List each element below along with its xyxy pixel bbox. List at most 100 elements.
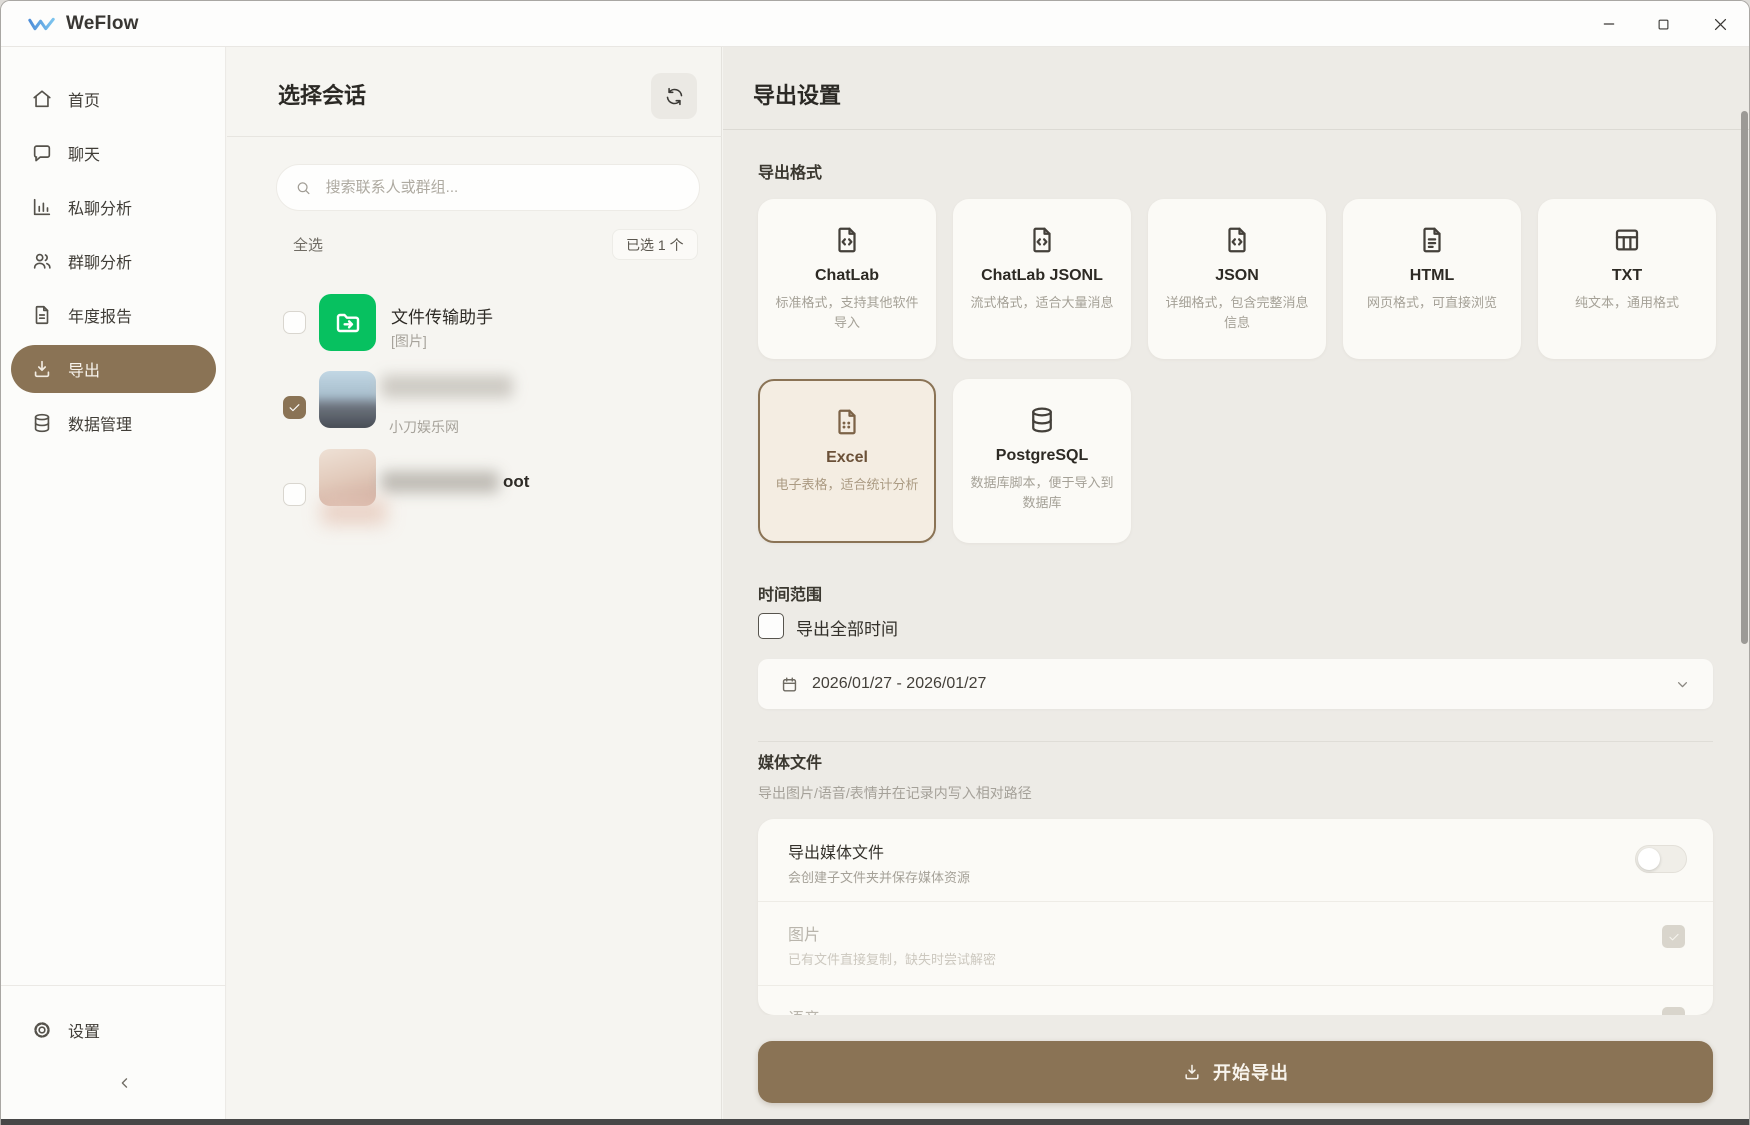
sidebar-item-data-management[interactable]: 数据管理	[1, 396, 226, 450]
format-card-html[interactable]: HTML 网页格式，可直接浏览	[1343, 199, 1521, 359]
format-card-json[interactable]: JSON 详细格式，包含完整消息信息	[1148, 199, 1326, 359]
format-desc: 标准格式，支持其他软件导入	[772, 293, 922, 333]
format-desc: 流式格式，适合大量消息	[967, 293, 1117, 313]
window-bottom-edge	[1, 1119, 1750, 1125]
sidebar-settings-area: 设置	[1, 1003, 226, 1057]
date-range-field[interactable]: 2026/01/27 - 2026/01/27	[758, 659, 1713, 709]
select-all-label[interactable]: 全选	[293, 234, 323, 255]
all-time-checkbox[interactable]	[758, 613, 784, 639]
blurred-conversation-name	[381, 471, 499, 493]
export-panel-title: 导出设置	[753, 78, 841, 110]
minimize-button[interactable]	[1588, 4, 1630, 44]
conversation-checkbox[interactable]	[283, 483, 306, 506]
conversation-name-suffix: oot	[503, 472, 529, 492]
bar-chart-icon	[31, 196, 53, 218]
export-footer: 开始导出	[723, 1015, 1750, 1120]
export-panel: 导出设置 导出格式 ChatLab 标准格式，支持其他软件导入 ChatLab …	[723, 47, 1750, 1120]
media-image-checkbox[interactable]	[1662, 925, 1685, 948]
sidebar-item-label: 首页	[68, 87, 100, 111]
chevron-down-icon	[1674, 676, 1691, 693]
format-name: ChatLab	[758, 267, 936, 285]
sidebar-item-label: 群聊分析	[68, 249, 132, 273]
sidebar-item-group-analysis[interactable]: 群聊分析	[1, 234, 226, 288]
sidebar-collapse-button[interactable]	[105, 1069, 145, 1097]
file-transfer-avatar	[319, 294, 376, 351]
sidebar-item-annual-report[interactable]: 年度报告	[1, 288, 226, 342]
blurred-conversation-preview	[321, 499, 387, 525]
media-export-toggle[interactable]	[1635, 845, 1687, 873]
close-button[interactable]	[1699, 4, 1741, 44]
format-card-excel[interactable]: Excel 电子表格，适合统计分析	[758, 379, 936, 543]
session-header-divider	[227, 136, 722, 137]
blurred-conversation-name	[381, 375, 513, 398]
users-icon	[31, 250, 53, 272]
file-text-icon	[31, 304, 53, 326]
sidebar-item-home[interactable]: 首页	[1, 72, 226, 126]
media-section-label: 媒体文件	[758, 749, 822, 773]
file-lines-icon	[1417, 225, 1447, 255]
media-row-divider	[758, 901, 1713, 902]
media-image-subtitle: 已有文件直接复制，缺失时尝试解密	[788, 949, 996, 968]
format-name: TXT	[1538, 267, 1716, 285]
search-input[interactable]	[324, 178, 681, 197]
conversation-name: 文件传输助手	[391, 303, 493, 328]
format-name: JSON	[1148, 267, 1326, 285]
blurred-photo-avatar	[319, 371, 376, 428]
format-card-txt[interactable]: TXT 纯文本，通用格式	[1538, 199, 1716, 359]
refresh-button[interactable]	[651, 73, 697, 119]
format-desc: 网页格式，可直接浏览	[1357, 293, 1507, 313]
sidebar-item-export[interactable]: 导出	[1, 342, 226, 396]
scrollbar-thumb[interactable]	[1741, 111, 1748, 644]
titlebar: WeFlow	[1, 1, 1750, 47]
conversation-checkbox[interactable]	[283, 311, 306, 334]
start-export-label: 开始导出	[1213, 1059, 1289, 1085]
format-card-postgresql[interactable]: PostgreSQL 数据库脚本，便于导入到数据库	[953, 379, 1131, 543]
sidebar-item-chat[interactable]: 聊天	[1, 126, 226, 180]
sidebar-item-label: 设置	[68, 1018, 100, 1042]
sidebar: 首页 聊天 私聊分析 群聊分析 年度报告 导出	[1, 47, 226, 1120]
conversation-preview: 小刀娱乐网	[389, 417, 459, 437]
format-name: Excel	[760, 449, 934, 467]
sidebar-item-label: 数据管理	[68, 411, 132, 435]
media-export-subtitle: 会创建子文件夹并保存媒体资源	[788, 867, 970, 886]
table-icon	[1612, 225, 1642, 255]
start-export-button[interactable]: 开始导出	[758, 1041, 1713, 1103]
all-time-label: 导出全部时间	[796, 615, 898, 640]
download-icon	[1182, 1062, 1202, 1082]
file-spreadsheet-icon	[832, 407, 862, 437]
format-name: ChatLab JSONL	[953, 267, 1131, 285]
sidebar-item-private-analysis[interactable]: 私聊分析	[1, 180, 226, 234]
app-logo: WeFlow	[27, 1, 139, 47]
sidebar-item-label: 私聊分析	[68, 195, 132, 219]
sidebar-nav: 首页 聊天 私聊分析 群聊分析 年度报告 导出	[1, 72, 226, 450]
folder-transfer-icon	[332, 307, 364, 339]
format-desc: 纯文本，通用格式	[1552, 293, 1702, 313]
download-icon	[31, 358, 53, 380]
date-range-value: 2026/01/27 - 2026/01/27	[812, 675, 1661, 693]
sidebar-item-settings[interactable]: 设置	[1, 1003, 226, 1057]
sidebar-item-label: 聊天	[68, 141, 100, 165]
file-code-icon	[1222, 225, 1252, 255]
gear-icon	[31, 1019, 53, 1041]
export-header-divider	[723, 129, 1750, 130]
maximize-icon	[1656, 17, 1671, 32]
conversation-checkbox[interactable]	[283, 396, 306, 419]
media-voice-checkbox[interactable]	[1662, 1007, 1685, 1015]
media-options-card: 导出媒体文件 会创建子文件夹并保存媒体资源 图片 已有文件直接复制，缺失时尝试解…	[758, 819, 1713, 1015]
toggle-knob	[1638, 848, 1660, 870]
session-panel-title: 选择会话	[278, 78, 366, 110]
check-icon	[1667, 930, 1681, 944]
media-voice-title: 语音	[788, 1005, 820, 1015]
close-icon	[1712, 16, 1729, 33]
format-card-chatlab[interactable]: ChatLab 标准格式，支持其他软件导入	[758, 199, 936, 359]
maximize-button[interactable]	[1642, 4, 1684, 44]
blurred-photo-avatar	[319, 449, 376, 506]
format-card-chatlab-jsonl[interactable]: ChatLab JSONL 流式格式，适合大量消息	[953, 199, 1131, 359]
file-code-icon	[832, 225, 862, 255]
weflow-logo-icon	[27, 13, 57, 35]
media-export-title: 导出媒体文件	[788, 839, 884, 863]
conversation-preview: [图片]	[391, 331, 427, 351]
format-desc: 数据库脚本，便于导入到数据库	[967, 473, 1117, 513]
format-name: HTML	[1343, 267, 1521, 285]
file-code-icon	[1027, 225, 1057, 255]
